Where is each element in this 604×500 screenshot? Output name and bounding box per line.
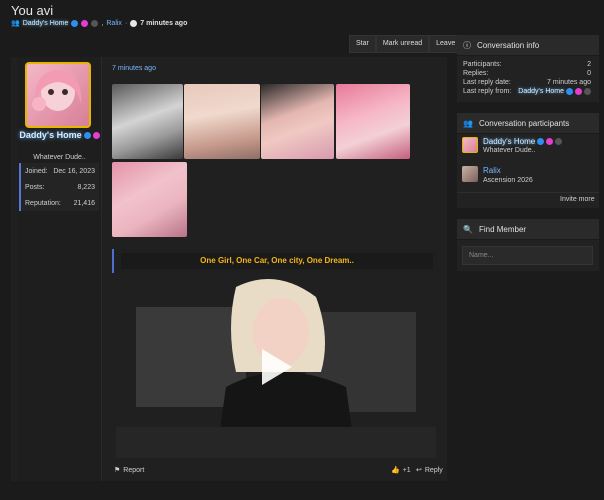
stat-label: Joined: — [25, 167, 48, 175]
play-icon[interactable] — [262, 349, 292, 385]
info-row-last-reply-from: Last reply from: Daddy's Home — [463, 88, 591, 95]
participant-title: Ascension 2026 — [483, 177, 533, 184]
photo-thumbnail[interactable] — [112, 84, 183, 159]
info-label: Participants: — [463, 61, 502, 68]
user-title: Whatever Dude.. — [33, 154, 86, 161]
author-name-text[interactable]: Daddy's Home — [19, 130, 81, 140]
users-icon: 👥 — [463, 118, 473, 128]
verified-icon — [83, 131, 91, 139]
stat-label: Posts: — [25, 183, 45, 191]
like-label: +1 — [402, 466, 411, 474]
like-button[interactable]: 👍 +1 — [391, 466, 411, 475]
page-title: You avi — [11, 3, 54, 18]
reply-button[interactable]: ↩ Reply — [416, 466, 443, 475]
participant-item[interactable]: Ralix Ascension 2026 — [462, 166, 533, 184]
participant-item[interactable]: Daddy's Home Whatever Dude.. — [462, 137, 563, 154]
report-link[interactable]: ⚑ Report — [114, 466, 145, 475]
pink-badge-icon — [92, 131, 100, 139]
stat-label: Reputation: — [25, 199, 61, 207]
info-value: 7 minutes ago — [547, 79, 591, 86]
info-icon: ⓘ — [463, 40, 471, 50]
info-label: Last reply date: — [463, 79, 511, 86]
info-label: Last reply from: — [463, 88, 512, 95]
participant-title: Whatever Dude.. — [483, 147, 536, 154]
section-title: Conversation participants — [478, 118, 570, 128]
mark-unread-button[interactable]: Mark unread — [375, 35, 430, 53]
users-icon: 👥 — [11, 20, 20, 27]
invite-more-button[interactable]: Invite more — [560, 196, 595, 203]
stat-value: 8,223 — [77, 183, 95, 191]
clock-icon — [130, 19, 138, 27]
pink-badge-icon — [546, 138, 554, 145]
quote-text: One Girl, One Car, One city, One Dream.. — [121, 253, 433, 269]
starter-link[interactable]: Daddy's Home — [23, 20, 69, 27]
grey-badge-icon — [91, 19, 99, 27]
dot-separator: · — [124, 19, 128, 27]
conversation-meta: 👥 Daddy's Home , Ralix · 7 minutes ago — [11, 19, 187, 27]
participants-header: 👥 Conversation participants — [457, 113, 599, 133]
thumbs-up-icon: 👍 — [391, 467, 400, 474]
avatar[interactable] — [25, 62, 91, 128]
photo-thumbnail[interactable] — [336, 84, 410, 159]
participant-name[interactable]: Ralix — [483, 166, 533, 175]
separator: , — [101, 19, 104, 27]
photo-thumbnail[interactable] — [261, 84, 334, 159]
photo-thumbnail[interactable] — [112, 162, 187, 237]
member-search-input[interactable]: Name... — [462, 246, 593, 265]
info-row-replies: Replies: 0 — [463, 70, 591, 77]
pink-badge-icon — [81, 19, 89, 27]
stat-posts: Posts: 8,223 — [19, 179, 99, 195]
participant-name[interactable]: Daddy's Home — [483, 137, 535, 146]
last-reply-name[interactable]: Daddy's Home — [518, 88, 564, 95]
verified-icon — [71, 19, 79, 27]
info-row-participants: Participants: 2 — [463, 61, 591, 68]
stat-joined: Joined: Dec 16, 2023 — [19, 163, 99, 179]
conversation-actions: Star Mark unread Leave — [349, 35, 463, 53]
info-value: 2 — [587, 61, 591, 68]
pink-badge-icon — [575, 88, 582, 95]
conversation-info-header: ⓘ Conversation info — [457, 35, 599, 55]
reply-icon: ↩ — [416, 467, 422, 474]
section-title: Conversation info — [477, 40, 540, 50]
info-row-last-reply-date: Last reply date: 7 minutes ago — [463, 79, 591, 86]
star-button[interactable]: Star — [349, 35, 376, 53]
participant-link[interactable]: Ralix — [106, 20, 122, 27]
find-member-header: 🔍 Find Member — [457, 219, 599, 239]
photo-thumbnail[interactable] — [184, 84, 260, 159]
flag-icon: ⚑ — [114, 467, 121, 474]
section-title: Find Member — [478, 224, 527, 234]
verified-icon — [566, 88, 573, 95]
info-value: 0 — [587, 70, 591, 77]
info-label: Replies: — [463, 70, 489, 77]
search-icon: 🔍 — [463, 224, 473, 234]
post-time[interactable]: 7 minutes ago — [112, 65, 156, 72]
participant-name-row: Daddy's Home — [483, 137, 563, 146]
report-label: Report — [123, 466, 145, 474]
stat-reputation: Reputation: 21,416 — [19, 195, 99, 211]
author-name[interactable]: Daddy's Home — [17, 130, 102, 140]
reply-label: Reply — [424, 466, 443, 474]
participant-avatar[interactable] — [462, 137, 478, 153]
stat-value: 21,416 — [73, 199, 95, 207]
grey-badge-icon — [584, 88, 591, 95]
meta-time: 7 minutes ago — [140, 19, 188, 27]
participant-avatar[interactable] — [462, 166, 478, 182]
last-reply-user[interactable]: Daddy's Home — [518, 88, 591, 95]
verified-icon — [537, 138, 545, 145]
stat-value: Dec 16, 2023 — [53, 167, 95, 175]
grey-badge-icon — [555, 138, 563, 145]
